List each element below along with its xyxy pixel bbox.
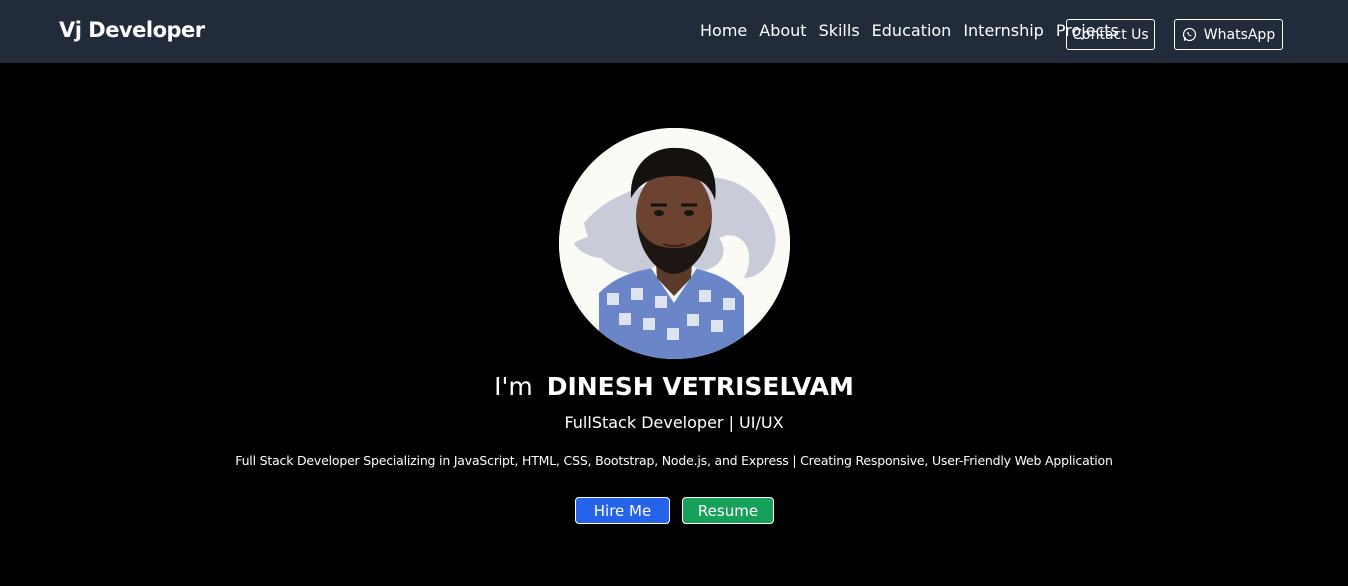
nav-links: Home About Skills Education Internship P… — [700, 21, 1119, 40]
profile-photo — [559, 128, 790, 359]
contact-us-label: Contact Us — [1072, 26, 1149, 43]
hero-tagline: Full Stack Developer Specializing in Jav… — [235, 453, 1113, 468]
nav-link-about[interactable]: About — [759, 21, 806, 40]
nav-link-skills[interactable]: Skills — [819, 21, 860, 40]
nav-link-education[interactable]: Education — [872, 21, 952, 40]
profile-illustration — [559, 128, 790, 359]
whatsapp-icon — [1182, 27, 1197, 42]
resume-label: Resume — [697, 501, 759, 520]
navbar: Vj Developer Home About Skills Education… — [0, 0, 1348, 63]
whatsapp-button[interactable]: WhatsApp — [1174, 19, 1283, 50]
hero-role: FullStack Developer | UI/UX — [564, 413, 784, 432]
intro-prefix: I'm — [494, 372, 533, 401]
nav-link-internship[interactable]: Internship — [963, 21, 1044, 40]
nav-link-home[interactable]: Home — [700, 21, 747, 40]
hero-name: DINESH VETRISELVAM — [546, 372, 854, 401]
whatsapp-label: WhatsApp — [1203, 26, 1276, 43]
hero-intro: I'm DINESH VETRISELVAM — [0, 372, 1348, 401]
resume-button[interactable]: Resume — [682, 497, 774, 524]
contact-us-button[interactable]: Contact Us — [1066, 19, 1155, 50]
brand-logo[interactable]: Vj Developer — [59, 18, 205, 42]
hire-me-label: Hire Me — [593, 501, 652, 520]
hire-me-button[interactable]: Hire Me — [575, 497, 670, 524]
